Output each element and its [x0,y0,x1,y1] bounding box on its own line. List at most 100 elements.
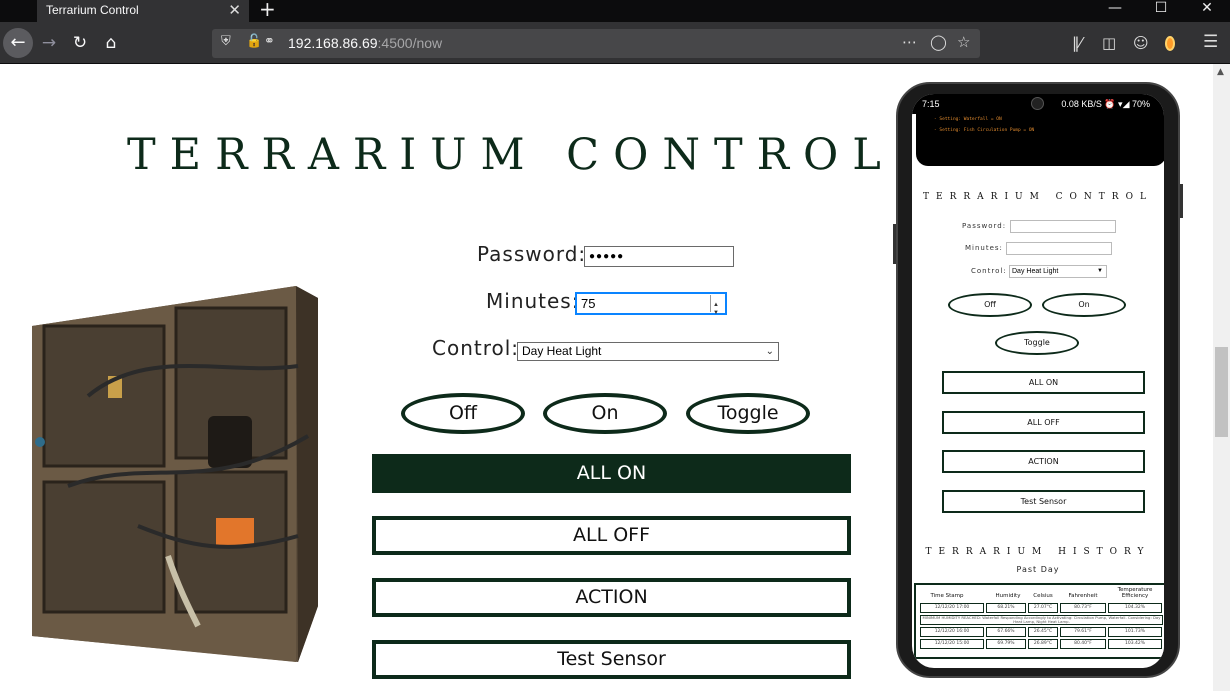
shield-icon[interactable]: ⛨ [221,34,231,49]
table-cell: 12/12/20 15:00 [920,639,984,649]
phone-screen: 7:15 0.08 KB/S ⏰ ▾◢ 70% - Setting: Water… [912,94,1164,668]
url-bar[interactable]: ⛨ 🔓 ⚭ 192.168.86.69:4500/now ⋯ ◯ ☆ [212,29,980,58]
phone-toggle-button[interactable]: Toggle [995,331,1079,355]
password-field[interactable]: ●●●●● [584,246,734,267]
navigation-bar: ← → ↻ ⌂ ⛨ 🔓 ⚭ 192.168.86.69:4500/now ⋯ ◯… [0,22,1230,64]
tab-terrarium-control[interactable]: Terrarium Control ✕ [37,0,249,22]
firefox-extension-icon[interactable] [1165,36,1175,51]
camera-icon [1031,97,1044,110]
history-header: Fahrenheit [1068,593,1098,599]
test-sensor-button[interactable]: Test Sensor [372,640,851,679]
minutes-stepper[interactable]: ▲ ▼ [710,295,723,316]
tab-strip: Terrarium Control ✕ + — ☐ ✕ [0,0,1230,22]
phone-off-button[interactable]: Off [948,293,1032,317]
table-cell: 12/12/20 16:00 [920,627,984,637]
phone-chevron-down-icon: ▼ [1097,268,1103,274]
phone-control-label: Control: [971,267,1007,275]
phone-minutes-field[interactable] [1006,242,1112,255]
phone-volume-button [893,224,896,264]
history-note: MINIMUM HUMIDITY REACHED: Waterfall Resp… [920,615,1163,625]
bookmark-star-icon[interactable]: ☆ [957,33,970,51]
maximize-icon[interactable]: ☐ [1138,0,1184,22]
back-arrow-icon[interactable]: ← [3,28,33,58]
phone-control-value: Day Heat Light [1012,268,1059,275]
home-icon[interactable]: ⌂ [96,28,126,58]
new-tab-icon[interactable]: + [259,0,276,21]
table-cell: 67.66% [986,627,1026,637]
table-cell: 69.79% [986,639,1026,649]
control-select[interactable]: Day Heat Light ⌄ [517,342,779,361]
page-title: TERRARIUM CONTROL [127,130,895,180]
sidebar-icon[interactable]: ◫ [1102,34,1116,52]
phone-power-button [1180,184,1183,218]
phone-control-select[interactable]: Day Heat Light ▼ [1009,265,1107,278]
scroll-up-icon[interactable]: ▲ [1217,67,1224,77]
phone-test-sensor-button[interactable]: Test Sensor [942,490,1145,513]
tab-title: Terrarium Control [46,3,139,17]
phone-on-button[interactable]: On [1042,293,1126,317]
phone-all-off-button[interactable]: ALL OFF [942,411,1145,434]
close-window-icon[interactable]: ✕ [1184,0,1230,22]
log-line: - Setting: Fish Circulation Pump = ON [934,128,1035,133]
library-icon[interactable]: ‖⁄ [1072,34,1082,52]
minutes-field[interactable]: 75 ▲ ▼ [576,293,726,316]
history-title: TERRARIUM HISTORY [925,547,1151,557]
history-header: Time Stamp [930,593,964,599]
phone-status-icons: 0.08 KB/S ⏰ ▾◢ 70% [1061,99,1150,109]
phone-password-label: Password: [962,222,1007,230]
action-button[interactable]: ACTION [372,578,851,617]
table-cell: 104.32% [1108,603,1162,613]
pocket-icon[interactable]: ◯ [930,33,947,51]
table-cell: 80.73°F [1060,603,1106,613]
table-cell: 27.07°C [1028,603,1058,613]
forward-arrow-icon[interactable]: → [34,28,64,58]
phone-mockup: 7:15 0.08 KB/S ⏰ ▾◢ 70% - Setting: Water… [893,82,1183,678]
history-header: Temperature Efficiency [1117,587,1153,599]
toggle-button[interactable]: Toggle [686,393,810,434]
power-strip-box-image [32,286,318,662]
key-icon[interactable]: ⚭ [264,34,275,49]
table-cell: 101.73% [1108,627,1162,637]
scroll-thumb[interactable] [1215,347,1228,437]
minutes-label: Minutes: [486,289,580,313]
phone-minutes-label: Minutes: [965,244,1003,252]
control-select-value: Day Heat Light [522,344,602,358]
minimize-icon[interactable]: — [1092,0,1138,22]
table-cell: 80.40°F [1060,639,1106,649]
phone-page-title: TERRARIUM CONTROL [923,192,1153,202]
page-actions-icon[interactable]: ⋯ [902,33,917,51]
history-header: Celsius [1033,593,1053,599]
phone-all-on-button[interactable]: ALL ON [942,371,1145,394]
control-label: Control: [432,336,520,360]
phone-action-button[interactable]: ACTION [942,450,1145,473]
insecure-lock-icon[interactable]: 🔓 [246,34,262,49]
off-button[interactable]: Off [401,393,525,434]
table-cell: 12/12/20 17:00 [920,603,984,613]
table-cell: 68.21% [986,603,1026,613]
chevron-down-icon: ⌄ [765,346,774,357]
table-cell: 79.61°F [1060,627,1106,637]
phone-log-panel: - Setting: Waterfall = ON - Setting: Fis… [916,114,1164,166]
account-icon[interactable]: ☺ [1133,34,1149,52]
all-on-button[interactable]: ALL ON [372,454,851,493]
reload-icon[interactable]: ↻ [65,28,95,58]
history-header: Humidity [995,593,1021,599]
table-cell: 26.45°C [1028,627,1058,637]
table-cell: 26.89°C [1028,639,1058,649]
minutes-value: 75 [581,296,596,311]
log-line: - Setting: Waterfall = ON [934,117,1002,122]
on-button[interactable]: On [543,393,667,434]
close-tab-icon[interactable]: ✕ [228,1,241,19]
history-subtitle: Past Day [1016,565,1060,574]
history-table: Time Stamp Humidity Celsius Fahrenheit T… [914,583,1164,659]
url-text[interactable]: 192.168.86.69:4500/now [288,35,442,51]
all-off-button[interactable]: ALL OFF [372,516,851,555]
table-cell: 103.42% [1108,639,1162,649]
password-label: Password: [477,242,587,266]
page-scrollbar[interactable]: ▲ [1213,64,1230,691]
phone-clock: 7:15 [922,99,940,109]
menu-icon[interactable]: ☰ [1203,32,1218,52]
phone-password-field[interactable] [1010,220,1116,233]
phone-status-bar: 7:15 0.08 KB/S ⏰ ▾◢ 70% [912,94,1164,114]
stepper-down-icon[interactable]: ▼ [713,304,719,323]
